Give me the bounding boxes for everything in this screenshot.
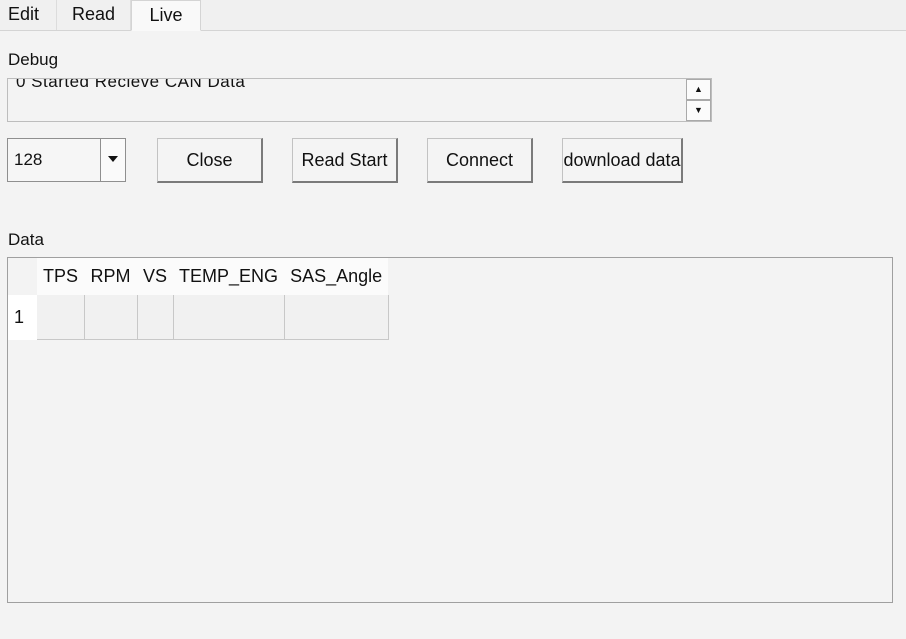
column-header-tps[interactable]: TPS: [37, 258, 85, 295]
close-button[interactable]: Close: [157, 138, 263, 183]
tab-read[interactable]: Read: [57, 0, 131, 30]
tab-edit[interactable]: Edit: [0, 0, 57, 30]
data-table: TPS RPM VS TEMP_ENG SAS_Angle 1: [8, 258, 389, 340]
chevron-down-icon: [108, 156, 118, 162]
column-header-sas-angle[interactable]: SAS_Angle: [284, 258, 389, 295]
table-cell[interactable]: [37, 295, 85, 340]
column-header-vs[interactable]: VS: [137, 258, 174, 295]
scroll-up-button[interactable]: ▲: [686, 79, 711, 100]
column-header-rpm[interactable]: RPM: [84, 258, 138, 295]
tab-bar: Edit Read Live: [0, 0, 906, 31]
tab-live[interactable]: Live: [131, 0, 201, 31]
column-header-temp-eng[interactable]: TEMP_ENG: [173, 258, 285, 295]
debug-log-line: 0 Started Recieve CAN Data: [16, 78, 246, 91]
table-row[interactable]: 1: [8, 295, 389, 340]
debug-label: Debug: [8, 50, 59, 69]
download-data-button[interactable]: download data: [562, 138, 683, 183]
table-cell[interactable]: [137, 295, 174, 340]
data-grid[interactable]: TPS RPM VS TEMP_ENG SAS_Angle 1: [7, 257, 893, 603]
read-start-button[interactable]: Read Start: [292, 138, 398, 183]
scroll-down-button[interactable]: ▼: [686, 100, 711, 121]
connect-button[interactable]: Connect: [427, 138, 533, 183]
table-cell[interactable]: [173, 295, 285, 340]
table-cell[interactable]: [84, 295, 138, 340]
baud-rate-select[interactable]: 128: [7, 138, 126, 182]
dropdown-button[interactable]: [100, 139, 125, 181]
row-header[interactable]: 1: [8, 295, 37, 340]
table-cell[interactable]: [284, 295, 389, 340]
corner-header: [8, 258, 37, 295]
baud-rate-value: 128: [14, 150, 43, 169]
data-label: Data: [8, 230, 44, 249]
debug-log[interactable]: 0 Started Recieve CAN Data ▲ ▼: [7, 78, 712, 122]
